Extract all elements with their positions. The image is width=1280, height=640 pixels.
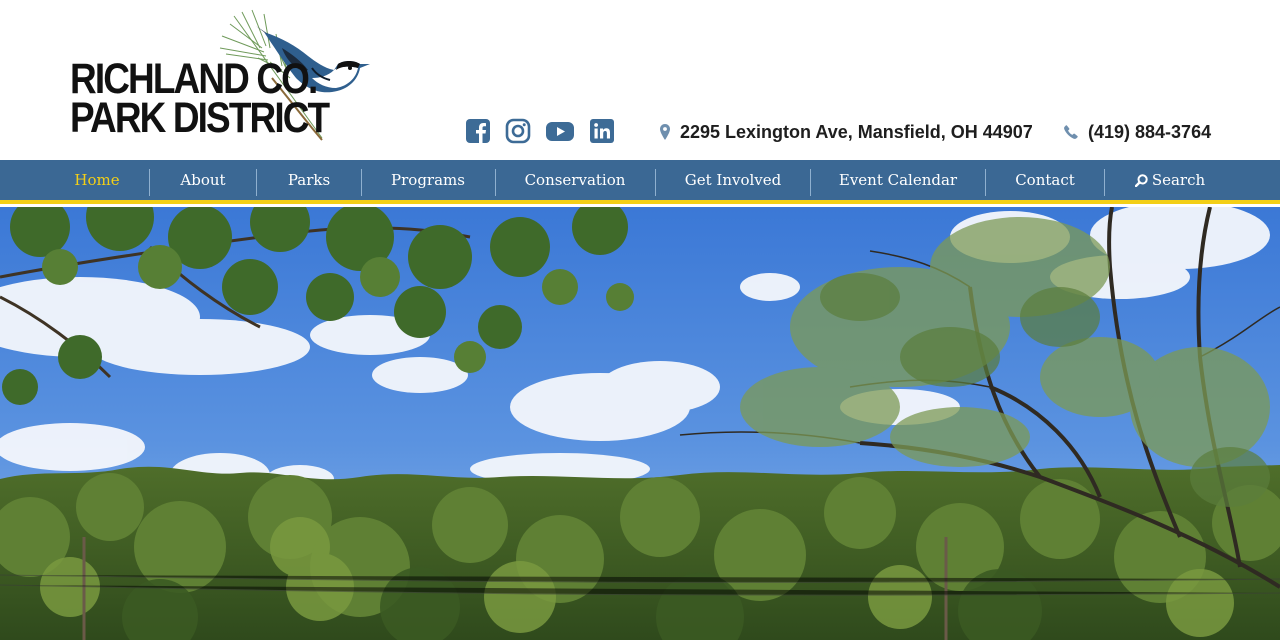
address-text: 2295 Lexington Ave, Mansfield, OH 44907 (680, 121, 1033, 142)
nav-divider (655, 169, 656, 196)
nav-contact[interactable]: Contact (1001, 160, 1089, 200)
nav-home[interactable]: Home (60, 160, 134, 200)
nav-about[interactable]: About (165, 160, 241, 200)
nav-divider (985, 169, 986, 196)
facebook-link[interactable] (465, 118, 491, 144)
nav-get-involved[interactable]: Get Involved (671, 160, 795, 200)
phone-text: (419) 884-3764 (1088, 121, 1212, 142)
linkedin-link[interactable] (589, 118, 615, 144)
nav-divider (149, 169, 150, 196)
main-nav: Home About Parks Programs Conservation G… (0, 160, 1280, 204)
nav-parks[interactable]: Parks (272, 160, 346, 200)
phone-block[interactable]: (419) 884-3764 (1064, 121, 1211, 143)
nav-divider (1104, 169, 1105, 196)
nav-divider (361, 169, 362, 196)
logo-wordmark: RICHLAND CO. PARK DISTRICT (70, 58, 330, 142)
instagram-icon (505, 118, 531, 144)
address-block[interactable]: 2295 Lexington Ave, Mansfield, OH 44907 (660, 121, 1033, 143)
site-logo[interactable]: RICHLAND CO. PARK DISTRICT (62, 8, 374, 148)
linkedin-icon (590, 119, 614, 143)
instagram-link[interactable] (505, 118, 531, 144)
hero-image (0, 207, 1280, 640)
map-marker-icon (660, 124, 670, 140)
nav-divider (495, 169, 496, 196)
nav-divider (810, 169, 811, 196)
nav-search-label: Search (1151, 171, 1206, 189)
nav-programs[interactable]: Programs (377, 160, 479, 200)
youtube-icon (546, 122, 574, 141)
nav-conservation[interactable]: Conservation (511, 160, 639, 200)
nav-divider (256, 169, 257, 196)
facebook-icon (466, 119, 490, 143)
youtube-link[interactable] (545, 118, 575, 144)
nav-event-calendar[interactable]: Event Calendar (826, 160, 970, 200)
nav-search[interactable]: Search (1120, 160, 1220, 200)
hero-landscape-photo (0, 207, 1280, 640)
search-icon (1134, 173, 1148, 187)
site-header: RICHLAND CO. PARK DISTRICT 2295 Lexingto… (0, 0, 1280, 160)
logo-line-2: PARK DISTRICT (70, 94, 330, 142)
phone-icon (1064, 125, 1078, 139)
